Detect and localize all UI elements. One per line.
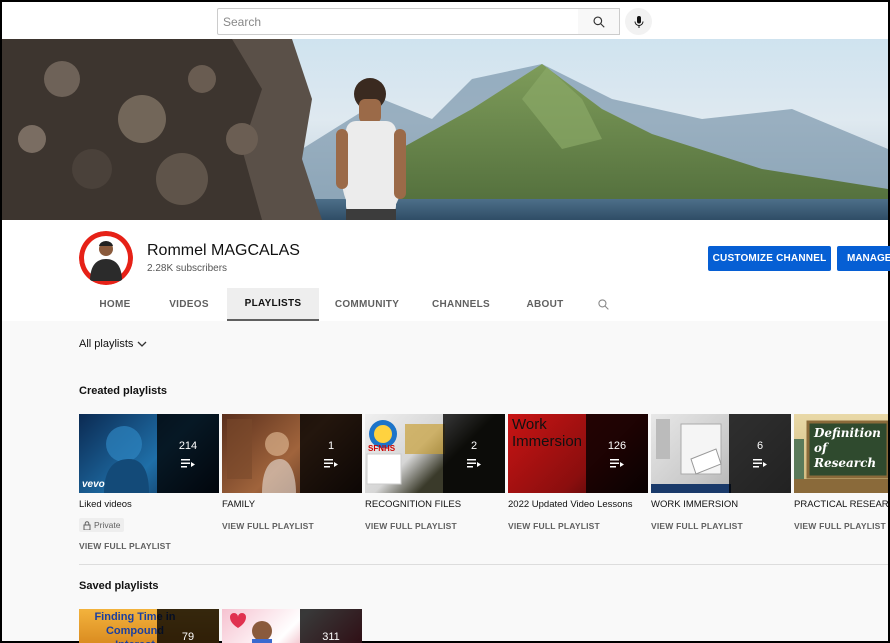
saved-playlist-card[interactable]: Finding Time in Compound Interest 79 bbox=[79, 609, 219, 643]
thumbnail-brand: SFNHS bbox=[368, 444, 396, 453]
playlist-card[interactable]: vevo 214 Liked videos Private VIEW FULL … bbox=[79, 414, 219, 551]
search-input[interactable] bbox=[218, 9, 578, 34]
search-button[interactable] bbox=[578, 8, 620, 35]
tab-playlists[interactable]: PLAYLISTS bbox=[227, 288, 319, 321]
playlist-title[interactable]: RECOGNITION FILES bbox=[365, 499, 505, 510]
playlist-thumbnail[interactable]: Definition of Research bbox=[794, 414, 888, 493]
channel-search-button[interactable] bbox=[583, 288, 623, 321]
tab-videos[interactable]: VIDEOS bbox=[153, 288, 225, 321]
video-count: 6 bbox=[756, 439, 764, 452]
playlist-icon bbox=[467, 458, 481, 467]
channel-name: Rommel MAGCALAS bbox=[147, 242, 300, 259]
search-icon bbox=[592, 15, 605, 28]
saved-playlists-heading: Saved playlists bbox=[79, 580, 159, 592]
avatar-image bbox=[79, 231, 133, 285]
video-count: 1 bbox=[327, 439, 335, 452]
banner-image bbox=[2, 39, 888, 220]
playlist-count-overlay: 2 bbox=[443, 414, 505, 493]
playlist-count-overlay: 126 bbox=[586, 414, 648, 493]
thumbnail-brand: vevo bbox=[82, 479, 105, 490]
playlist-title[interactable]: PRACTICAL RESEARCH bbox=[794, 499, 888, 510]
thumbnail-brand: Work Immersion bbox=[512, 416, 583, 450]
tab-home[interactable]: HOME bbox=[79, 288, 151, 321]
view-full-playlist-link[interactable]: VIEW FULL PLAYLIST bbox=[794, 521, 888, 531]
channel-header: Rommel MAGCALAS 2.28K subscribers CUSTOM… bbox=[2, 220, 890, 321]
playlist-thumbnail[interactable]: SFNHS 2 bbox=[365, 414, 505, 493]
playlist-thumbnail[interactable]: 6 bbox=[651, 414, 791, 493]
video-count: 126 bbox=[607, 439, 627, 452]
thumbnail-image bbox=[651, 419, 731, 493]
tab-channels[interactable]: CHANNELS bbox=[415, 288, 507, 321]
search-box[interactable] bbox=[217, 8, 579, 35]
view-full-playlist-link[interactable]: VIEW FULL PLAYLIST bbox=[651, 521, 791, 531]
tab-about[interactable]: ABOUT bbox=[509, 288, 581, 321]
thumbnail-brand: Definition of Research bbox=[814, 426, 881, 470]
playlist-thumbnail[interactable]: 1 bbox=[222, 414, 362, 493]
playlist-icon bbox=[753, 458, 767, 467]
playlist-card[interactable]: 6 WORK IMMERSION VIEW FULL PLAYLIST bbox=[651, 414, 791, 531]
private-badge: Private bbox=[79, 518, 125, 532]
playlist-icon bbox=[181, 458, 195, 467]
channel-banner bbox=[2, 39, 888, 220]
thumbnail-image bbox=[366, 420, 445, 485]
playlist-title[interactable]: WORK IMMERSION bbox=[651, 499, 791, 510]
lock-icon bbox=[83, 520, 91, 530]
playlist-count-overlay: 79 bbox=[157, 609, 219, 643]
playlist-count-overlay: 311 bbox=[300, 609, 362, 643]
voice-search-button[interactable] bbox=[625, 8, 652, 35]
saved-playlist-card[interactable]: 311 bbox=[222, 609, 362, 643]
created-playlists-heading: Created playlists bbox=[79, 385, 168, 397]
microphone-icon bbox=[634, 15, 643, 28]
thumbnail-image bbox=[227, 419, 296, 493]
view-full-playlist-link[interactable]: VIEW FULL PLAYLIST bbox=[222, 521, 362, 531]
sort-label: All playlists bbox=[79, 338, 134, 350]
view-full-playlist-link[interactable]: VIEW FULL PLAYLIST bbox=[365, 521, 505, 531]
playlist-title[interactable]: 2022 Updated Video Lessons bbox=[508, 499, 648, 510]
playlist-card[interactable]: Work Immersion 126 2022 Updated Video Le… bbox=[508, 414, 648, 531]
top-bar bbox=[2, 2, 888, 39]
chevron-down-icon bbox=[137, 341, 147, 347]
playlist-thumbnail[interactable]: Work Immersion 126 bbox=[508, 414, 648, 493]
playlist-card[interactable]: 1 FAMILY VIEW FULL PLAYLIST bbox=[222, 414, 362, 531]
playlist-count-overlay: 214 bbox=[157, 414, 219, 493]
playlist-thumbnail[interactable]: 311 bbox=[222, 609, 362, 643]
playlist-thumbnail[interactable]: Finding Time in Compound Interest 79 bbox=[79, 609, 219, 643]
playlist-thumbnail[interactable]: vevo 214 bbox=[79, 414, 219, 493]
customize-channel-button[interactable]: CUSTOMIZE CHANNEL bbox=[708, 246, 831, 271]
playlist-count-overlay: 6 bbox=[729, 414, 791, 493]
playlist-card[interactable]: Definition of Research PRACTICAL RESEARC… bbox=[794, 414, 888, 531]
playlist-icon bbox=[610, 458, 624, 467]
tab-community[interactable]: COMMUNITY bbox=[321, 288, 413, 321]
thumbnail-image bbox=[230, 613, 272, 643]
playlist-card[interactable]: SFNHS 2 RECOGNITION FILES VIEW FULL PLAY… bbox=[365, 414, 505, 531]
section-divider bbox=[79, 564, 888, 565]
channel-avatar[interactable] bbox=[79, 231, 133, 285]
private-label: Private bbox=[94, 520, 121, 530]
playlist-title[interactable]: Liked videos bbox=[79, 499, 219, 510]
view-full-playlist-link[interactable]: VIEW FULL PLAYLIST bbox=[508, 521, 648, 531]
video-count: 2 bbox=[470, 439, 478, 452]
playlist-count-overlay: 1 bbox=[300, 414, 362, 493]
search-icon bbox=[597, 299, 609, 310]
video-count: 311 bbox=[322, 631, 340, 643]
video-count: 79 bbox=[181, 631, 195, 643]
channel-tabs: HOME VIDEOS PLAYLISTS COMMUNITY CHANNELS… bbox=[79, 288, 623, 321]
playlist-icon bbox=[324, 458, 338, 467]
video-count: 214 bbox=[178, 439, 198, 452]
playlist-sort-dropdown[interactable]: All playlists bbox=[79, 338, 147, 350]
view-full-playlist-link[interactable]: VIEW FULL PLAYLIST bbox=[79, 541, 219, 551]
manage-videos-button[interactable]: MANAGE bbox=[837, 246, 890, 271]
subscriber-count: 2.28K subscribers bbox=[147, 263, 228, 274]
playlist-title[interactable]: FAMILY bbox=[222, 499, 362, 510]
